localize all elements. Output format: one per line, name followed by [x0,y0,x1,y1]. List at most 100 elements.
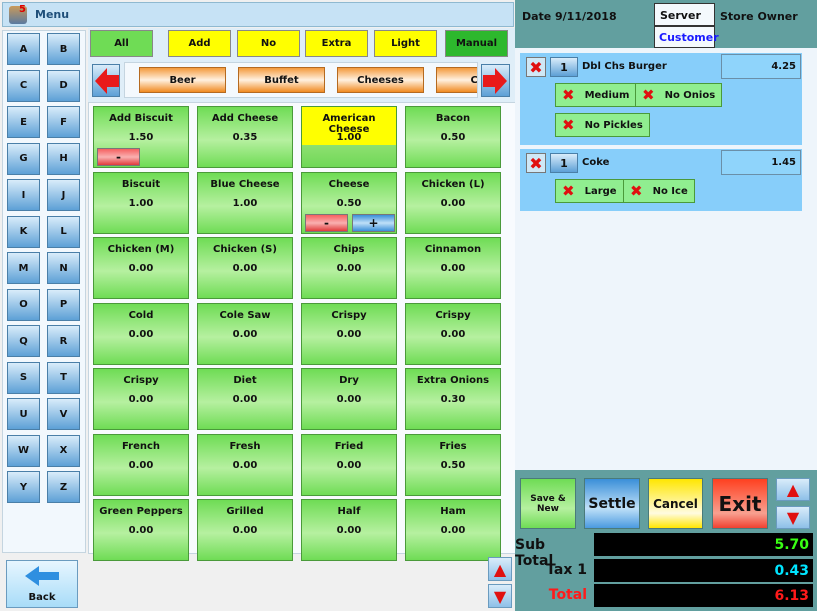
letter-button-k[interactable]: K [7,215,40,248]
modifier-chip[interactable]: ✖ Large [555,179,624,203]
letter-button-q[interactable]: Q [7,325,40,357]
order-scroll-down-button[interactable]: ▼ [776,506,810,529]
alphabet-panel: ABCDEFGHIJKLMNOPQRSTUVWXYZ [2,30,86,553]
modifier-chip[interactable]: ✖ No Ice [623,179,695,203]
letter-button-h[interactable]: H [47,142,80,175]
letter-button-t[interactable]: T [47,361,80,394]
letter-button-y[interactable]: Y [7,471,40,503]
item-name: Add Biscuit [109,113,173,124]
decrease-button[interactable]: - [97,148,140,166]
letter-button-a[interactable]: A [7,33,40,65]
increase-button[interactable]: + [352,213,395,232]
menu-item-tile[interactable]: Green Peppers 0.00 [93,499,189,561]
category-prev-button[interactable] [92,64,120,97]
remove-modifier-icon[interactable]: ✖ [562,86,575,104]
filter-all-button[interactable]: All [90,30,153,57]
menu-item-tile[interactable]: Chips 0.00 [301,237,397,299]
filter-add-button[interactable]: Add [168,30,231,57]
menu-item-tile[interactable]: Add Biscuit 1.50 - [93,106,189,168]
menu-item-tile[interactable]: Fries 0.50 [405,433,501,496]
menu-item-tile[interactable]: Chicken (L) 0.00 [405,171,501,234]
scroll-down-button[interactable]: ▼ [488,584,512,608]
cancel-button[interactable]: Cancel [648,478,703,529]
menu-item-tile[interactable]: Fried 0.00 [301,433,397,496]
filter-extra-button[interactable]: Extra [305,30,368,57]
menu-item-tile[interactable]: Crispy 0.00 [405,302,501,365]
menu-item-tile[interactable]: Cheese 0.50 - + [301,171,397,234]
menu-item-tile[interactable]: Extra Onions 0.30 [405,368,501,430]
back-button[interactable]: Back [6,560,78,608]
order-scroll-up-button[interactable]: ▲ [776,478,810,501]
category-beer-button[interactable]: Beer [139,67,226,93]
letter-button-n[interactable]: N [47,252,80,284]
letter-button-f[interactable]: F [47,106,80,138]
letter-button-s[interactable]: S [7,361,40,394]
menu-item-tile[interactable]: Crispy 0.00 [301,302,397,365]
letter-button-g[interactable]: G [7,142,40,175]
letter-button-m[interactable]: M [7,252,40,284]
menu-item-tile[interactable]: Fresh 0.00 [197,433,293,496]
remove-modifier-icon[interactable]: ✖ [642,86,655,104]
letter-button-j[interactable]: J [47,179,80,211]
remove-modifier-icon[interactable]: ✖ [562,116,575,134]
letter-button-u[interactable]: U [7,398,40,430]
letter-button-v[interactable]: V [47,398,80,430]
remove-modifier-icon[interactable]: ✖ [562,182,575,200]
modifier-chip[interactable]: ✖ No Pickles [555,113,650,137]
menu-item-tile[interactable]: American Cheese 1.00 [301,106,397,168]
menu-item-tile[interactable]: Blue Cheese 1.00 [197,171,293,234]
menu-item-tile[interactable]: Chicken (S) 0.00 [197,237,293,299]
letter-button-b[interactable]: B [47,33,80,65]
remove-item-button[interactable]: ✖ [526,57,546,77]
remove-item-button[interactable]: ✖ [526,153,546,173]
modifier-chip[interactable]: ✖ Medium [555,83,637,107]
menu-item-tile[interactable]: Half 0.00 [301,499,397,561]
tax-value: 0.43 [594,559,813,582]
category-chi-button[interactable]: Chi [436,67,477,93]
menu-item-tile[interactable]: Dry 0.00 [301,368,397,430]
letter-button-x[interactable]: X [47,434,80,467]
menu-item-tile[interactable]: Bacon 0.50 [405,106,501,168]
menu-item-tile[interactable]: French 0.00 [93,433,189,496]
letter-button-i[interactable]: I [7,179,40,211]
server-tab[interactable]: Server [654,3,715,26]
menu-item-tile[interactable]: Biscuit 1.00 [93,171,189,234]
exit-button[interactable]: Exit [712,478,768,529]
letter-button-r[interactable]: R [47,325,80,357]
item-name: Cole Saw [219,309,271,321]
quantity-button[interactable]: 1 [550,57,578,77]
category-cheeses-button[interactable]: Cheeses [337,67,424,93]
letter-button-w[interactable]: W [7,434,40,467]
scroll-up-button[interactable]: ▲ [488,557,512,581]
filter-manual-button[interactable]: Manual [445,30,508,57]
menu-item-tile[interactable]: Cinnamon 0.00 [405,237,501,299]
letter-button-p[interactable]: P [47,288,80,321]
letter-button-z[interactable]: Z [47,471,80,503]
letter-button-l[interactable]: L [47,215,80,248]
category-buffet-button[interactable]: Buffet [238,67,325,93]
quantity-button[interactable]: 1 [550,153,578,173]
remove-modifier-icon[interactable]: ✖ [630,182,643,200]
letter-button-c[interactable]: C [7,69,40,102]
menu-item-tile[interactable]: Chicken (M) 0.00 [93,237,189,299]
menu-item-tile[interactable]: Cold 0.00 [93,302,189,365]
filter-light-button[interactable]: Light [374,30,437,57]
menu-item-tile[interactable]: Grilled 0.00 [197,499,293,561]
settle-button[interactable]: Settle [584,478,640,529]
menu-item-tile[interactable]: Ham 0.00 [405,499,501,561]
menu-item-tile[interactable]: Cole Saw 0.00 [197,302,293,365]
menu-item-tile[interactable]: Add Cheese 0.35 [197,106,293,168]
save-new-button[interactable]: Save & New [520,478,576,529]
decrease-button[interactable]: - [305,213,348,232]
letter-button-d[interactable]: D [47,69,80,102]
order-line[interactable]: ✖ 1 Dbl Chs Burger 4.25 ✖ Medium ✖ No Onios ✖ No … [520,53,802,145]
customer-tab[interactable]: Customer [654,26,719,48]
order-line[interactable]: ✖ 1 Coke 1.45 ✖ Large ✖ No Ice [520,149,802,211]
filter-no-button[interactable]: No [237,30,300,57]
category-next-button[interactable] [481,64,510,97]
letter-button-e[interactable]: E [7,106,40,138]
menu-item-tile[interactable]: Diet 0.00 [197,368,293,430]
modifier-chip[interactable]: ✖ No Onios [635,83,723,107]
letter-button-o[interactable]: O [7,288,40,321]
menu-item-tile[interactable]: Crispy 0.00 [93,368,189,430]
